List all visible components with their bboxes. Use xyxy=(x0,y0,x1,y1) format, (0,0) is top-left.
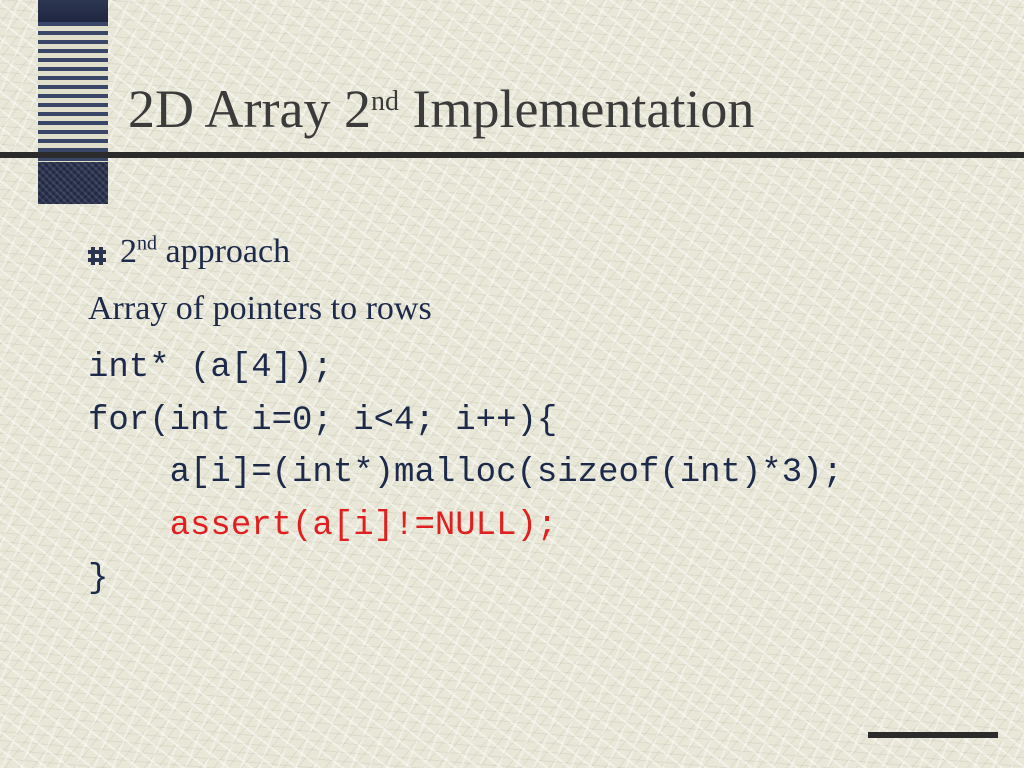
title-rule xyxy=(0,152,1024,158)
code-l2: for(int i=0; i<4; i++){ xyxy=(88,402,557,440)
bullet-item: 2nd approach xyxy=(88,226,984,277)
code-l3: a[i]=(int*)malloc(sizeof(int)*3); xyxy=(88,454,843,492)
hash-bullet-icon xyxy=(88,247,106,265)
slide-title: 2D Array 2nd Implementation xyxy=(128,78,754,140)
bullet-sup: nd xyxy=(137,233,157,255)
slide-body: 2nd approach Array of pointers to rows i… xyxy=(88,226,984,605)
title-post: Implementation xyxy=(399,79,754,139)
bullet-text: 2nd approach xyxy=(120,226,290,277)
footer-rule xyxy=(868,732,998,738)
slide-ornament xyxy=(38,0,108,204)
subtitle-text: Array of pointers to rows xyxy=(88,283,984,334)
code-block: int* (a[4]); for(int i=0; i<4; i++){ a[i… xyxy=(88,342,984,605)
title-sup: nd xyxy=(371,86,399,117)
code-l1: int* (a[4]); xyxy=(88,349,333,387)
code-l4: assert(a[i]!=NULL); xyxy=(88,507,557,545)
title-pre: 2D Array 2 xyxy=(128,79,371,139)
code-l5: } xyxy=(88,560,108,598)
bullet-post: approach xyxy=(157,233,290,270)
bullet-pre: 2 xyxy=(120,233,137,270)
